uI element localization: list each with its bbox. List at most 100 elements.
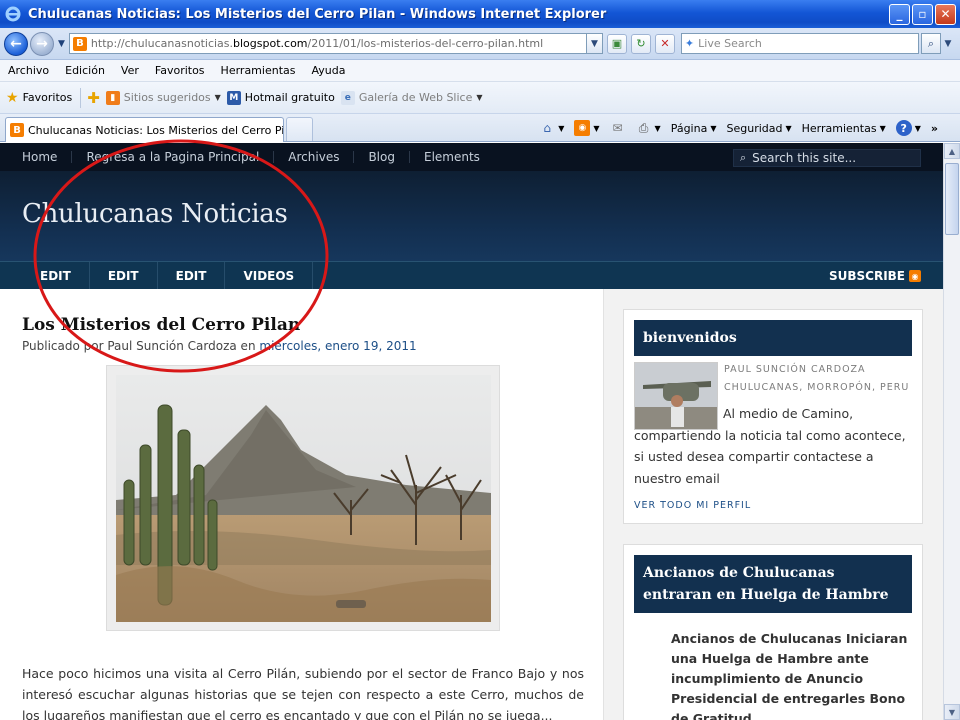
chevron-down-icon: ▼ (914, 123, 921, 133)
scroll-down-arrow-icon[interactable]: ▼ (944, 704, 960, 720)
internet-explorer-icon (4, 5, 22, 23)
fav-web-slice[interactable]: e Galería de Web Slice ▼ (340, 90, 483, 105)
web-slice-icon: e (340, 90, 355, 105)
top-nav-main-page[interactable]: Regresa a la Pagina Principal (72, 151, 275, 163)
top-nav-blog[interactable]: Blog (354, 151, 410, 163)
scrollbar-thumb[interactable] (945, 163, 959, 235)
post-meta: Publicado por Paul Sunción Cardoza en mi… (22, 339, 417, 353)
search-options-dropdown[interactable]: ▼ (941, 33, 955, 54)
menu-edicion[interactable]: Edición (57, 64, 113, 77)
hotmail-icon: M (226, 90, 241, 105)
favorites-button[interactable]: ★ Favoritos (6, 90, 72, 106)
site-main-nav: EDIT EDIT EDIT VIDEOS SUBSCRIBE ◉ (0, 261, 943, 290)
print-button[interactable]: ⎙ ▼ (636, 120, 661, 136)
site-top-nav: Home Regresa a la Pagina Principal Archi… (0, 143, 943, 171)
chevron-down-icon: ▼ (476, 93, 483, 102)
more-chevron-icon: » (930, 121, 938, 135)
post-title[interactable]: Los Misterios del Cerro Pilan (22, 315, 300, 335)
main-nav-edit-3[interactable]: EDIT (158, 261, 226, 290)
blogger-favicon-icon: B (72, 36, 87, 51)
profile-location: CHULUCANAS, MORROPÓN, PERU (724, 382, 910, 393)
new-tab-button[interactable] (286, 117, 313, 141)
close-button[interactable]: ✕ (935, 3, 956, 25)
menu-archivo[interactable]: Archivo (0, 64, 57, 77)
site-search-input[interactable]: ⌕ Search this site... (733, 149, 921, 167)
favorites-star-icon: ★ (6, 89, 19, 106)
home-button[interactable]: ⌂ ▼ (539, 120, 564, 136)
main-nav-videos[interactable]: VIDEOS (225, 261, 314, 290)
post-author: Publicado por Paul Sunción Cardoza en (22, 339, 256, 353)
chevron-down-icon: ▼ (879, 123, 886, 133)
main-nav-edit-1[interactable]: EDIT (0, 261, 90, 290)
url-path: /2011/01/los-misterios-del-cerro-pilan.h… (307, 37, 544, 50)
news-widget: Ancianos de Chulucanas entraran en Huelg… (623, 544, 923, 720)
landscape-photo (116, 375, 491, 622)
page-scrollbar[interactable]: ▲ ▼ (943, 143, 960, 720)
read-mail-button[interactable]: ✉ (610, 120, 626, 136)
mail-icon: ✉ (612, 121, 623, 135)
tools-menu-label: Herramientas (801, 121, 877, 135)
top-nav-archives[interactable]: Archives (274, 151, 355, 163)
menu-herramientas[interactable]: Herramientas (213, 64, 304, 77)
profile-name[interactable]: PAUL SUNCIÓN CARDOZA (724, 364, 866, 375)
stop-icon[interactable]: ✕ (654, 33, 675, 54)
home-icon: ⌂ (543, 121, 552, 135)
site-title[interactable]: Chulucanas Noticias (22, 199, 288, 229)
security-menu[interactable]: Seguridad ▼ (726, 122, 791, 135)
tools-menu[interactable]: Herramientas ▼ (802, 122, 886, 135)
page-menu[interactable]: Página ▼ (671, 122, 717, 135)
chevron-down-icon: ▼ (785, 123, 792, 133)
maximize-button[interactable]: ▫ (912, 3, 933, 25)
menu-ver[interactable]: Ver (113, 64, 147, 77)
window-title: Chulucanas Noticias: Los Misterios del C… (28, 6, 607, 22)
main-nav-edit-2[interactable]: EDIT (90, 261, 158, 290)
recent-pages-dropdown[interactable]: ▼ (58, 39, 65, 49)
feeds-button[interactable]: ◉ ▼ (574, 120, 600, 136)
profile-widget: bienvenidos PAUL SUNCIÓN CARDOZA CHULUCA… (623, 309, 923, 524)
tab-active[interactable]: B Chulucanas Noticias: Los Misterios del… (5, 117, 284, 142)
suggested-sites-icon: ▮ (105, 90, 120, 105)
window-title-bar: Chulucanas Noticias: Los Misterios del C… (0, 0, 960, 28)
live-search-placeholder: Live Search (698, 37, 762, 50)
top-nav-elements[interactable]: Elements (410, 151, 494, 163)
url-input[interactable]: B http://chulucanasnoticias. blogspot.com… (68, 33, 587, 54)
subscribe-label: SUBSCRIBE (828, 269, 905, 283)
fav-hotmail[interactable]: M Hotmail gratuito (226, 90, 335, 105)
help-icon: ? (895, 120, 912, 136)
add-to-favorites-icon[interactable]: ✚ (87, 89, 100, 107)
help-button[interactable]: ? ▼ (895, 120, 921, 136)
chevron-down-icon: ▼ (710, 123, 717, 133)
back-button[interactable]: ← (4, 31, 28, 56)
fav-suggested-sites-label: Sitios sugeridos (123, 91, 211, 104)
menu-favoritos[interactable]: Favoritos (147, 64, 213, 77)
post-body: Hace poco hicimos una visita al Cerro Pi… (22, 666, 584, 720)
sidebar: bienvenidos PAUL SUNCIÓN CARDOZA CHULUCA… (603, 289, 943, 720)
compatibility-view-icon[interactable]: ▣ (606, 33, 627, 54)
post-date[interactable]: miércoles, enero 19, 2011 (259, 339, 416, 353)
refresh-icon[interactable]: ↻ (630, 33, 651, 54)
top-nav-home[interactable]: Home (0, 151, 73, 163)
forward-button[interactable]: → (30, 31, 54, 56)
chevron-down-icon: ▼ (558, 123, 565, 133)
search-icon: ⌕ (740, 151, 747, 164)
search-icon[interactable]: ⌕ (920, 33, 941, 54)
more-commands-button[interactable]: » (931, 122, 938, 135)
post-image[interactable] (106, 365, 500, 631)
fav-suggested-sites[interactable]: ▮ Sitios sugeridos ▼ (105, 90, 221, 105)
printer-icon: ⎙ (638, 120, 649, 135)
rss-icon: ◉ (574, 120, 591, 136)
favorites-divider (80, 87, 82, 108)
live-search-input[interactable]: ✦ Live Search (680, 33, 919, 54)
blogger-favicon-icon: B (10, 123, 24, 137)
view-profile-link[interactable]: VER TODO MI PERFIL (634, 500, 751, 511)
news-widget-heading[interactable]: Ancianos de Chulucanas entraran en Huelg… (634, 555, 912, 613)
chevron-down-icon: ▼ (593, 123, 600, 133)
chevron-down-icon: ▼ (654, 123, 661, 133)
address-bar: ← → ▼ B http://chulucanasnoticias. blogsp… (0, 28, 960, 60)
chevron-down-icon: ▼ (214, 93, 221, 102)
url-dropdown[interactable]: ▼ (586, 33, 603, 54)
scroll-up-arrow-icon[interactable]: ▲ (944, 143, 960, 159)
menu-ayuda[interactable]: Ayuda (303, 64, 353, 77)
subscribe-link[interactable]: SUBSCRIBE ◉ (829, 262, 921, 290)
minimize-button[interactable]: _ (889, 3, 910, 25)
